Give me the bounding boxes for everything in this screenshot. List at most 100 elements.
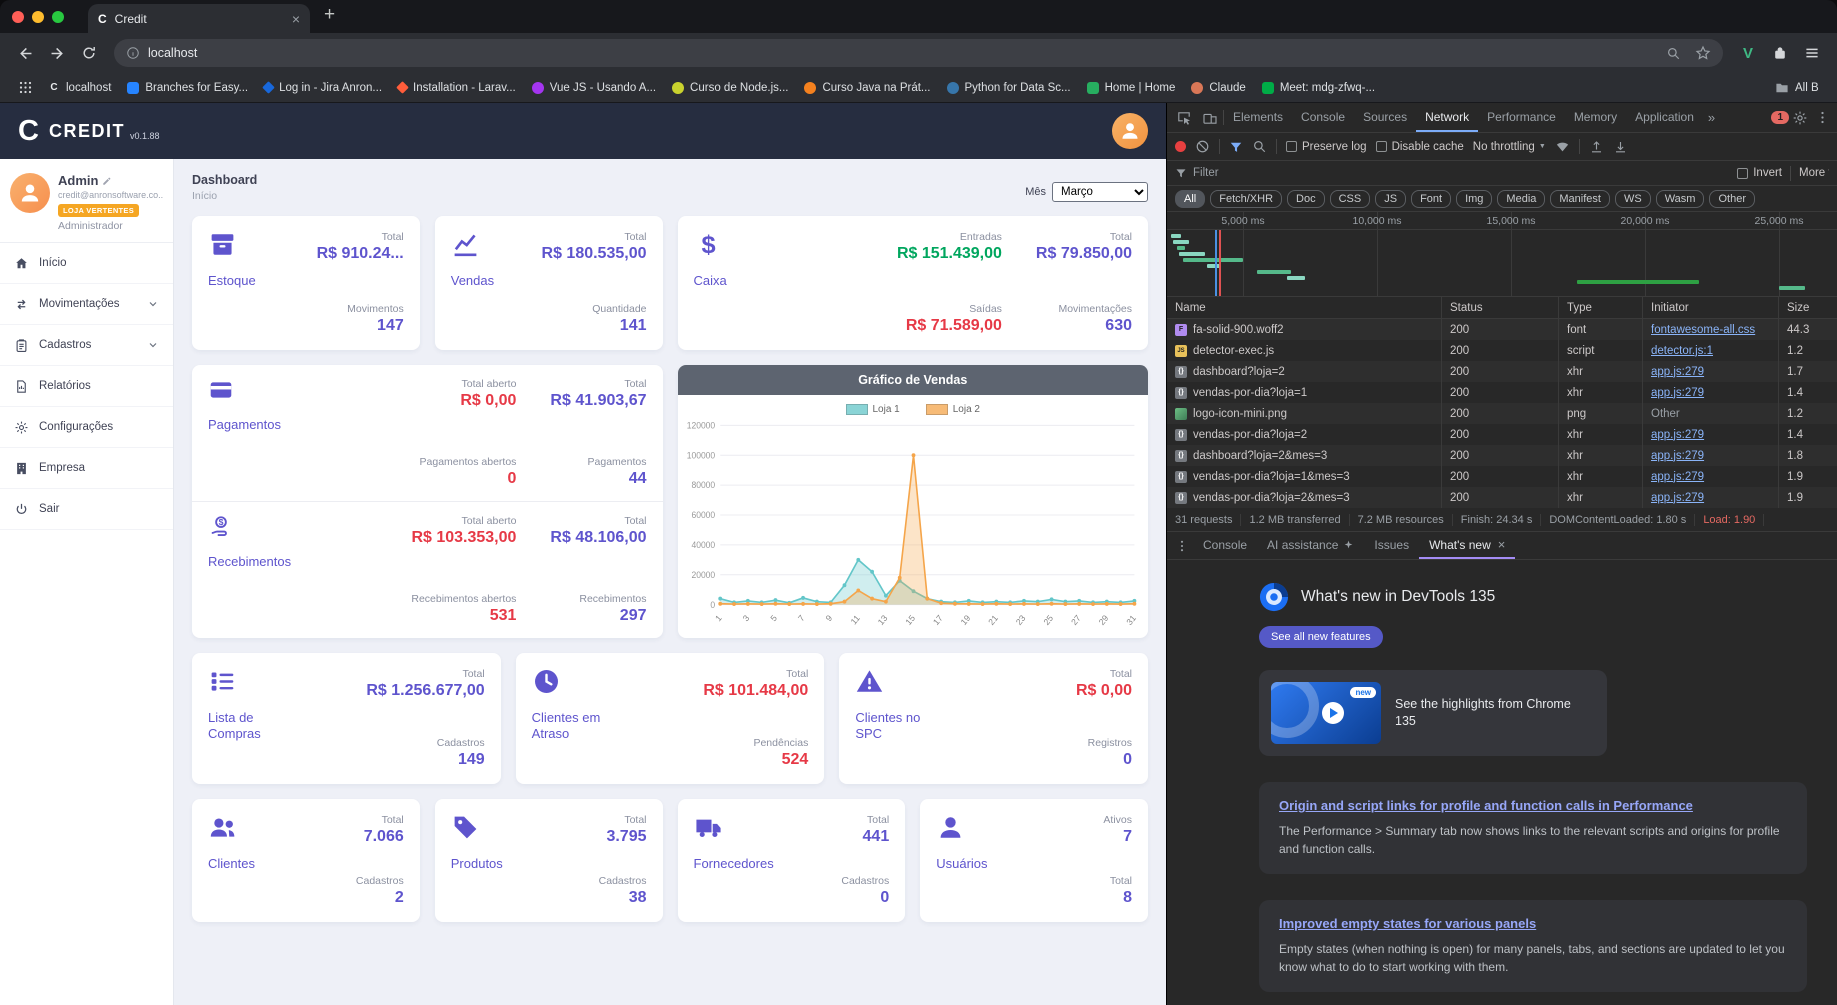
bookmark-item[interactable]: Branches for Easy... bbox=[119, 79, 256, 97]
bookmark-item[interactable]: Vue JS - Usando A... bbox=[524, 79, 664, 97]
inspect-element-icon[interactable] bbox=[1171, 105, 1197, 131]
filter-chip[interactable]: Manifest bbox=[1550, 189, 1610, 208]
see-all-features-button[interactable]: See all new features bbox=[1259, 626, 1383, 648]
filter-chip[interactable]: All bbox=[1175, 189, 1206, 208]
request-row[interactable]: logo-icon-mini.png 200 png Other 1.2 bbox=[1167, 403, 1837, 424]
request-row[interactable]: vendas-por-dia?loja=2&mes=3 200 xhr app.… bbox=[1167, 487, 1837, 508]
bookmark-item[interactable]: Curso de Node.js... bbox=[664, 79, 796, 97]
filter-chip[interactable]: Media bbox=[1497, 189, 1546, 208]
vue-extension-icon[interactable]: V bbox=[1733, 38, 1763, 68]
highlight-card[interactable]: new See the highlights from Chrome 135 bbox=[1259, 670, 1607, 756]
close-tab-icon[interactable]: × bbox=[1498, 537, 1506, 552]
more-filters-button[interactable]: More filters bbox=[1799, 167, 1829, 179]
close-window-button[interactable] bbox=[12, 10, 24, 23]
request-initiator-link[interactable]: app.js:279 bbox=[1651, 450, 1704, 462]
filter-chip[interactable]: Wasm bbox=[1655, 189, 1705, 208]
request-initiator-link[interactable]: app.js:279 bbox=[1651, 429, 1704, 441]
zoom-icon[interactable] bbox=[1666, 46, 1681, 61]
request-initiator-link[interactable]: app.js:279 bbox=[1651, 471, 1704, 483]
devtools-tab[interactable]: Elements bbox=[1224, 103, 1292, 132]
extensions-icon[interactable] bbox=[1765, 38, 1795, 68]
sidebar-item[interactable]: Cadastros bbox=[0, 325, 173, 366]
devtools-settings-gear-icon[interactable] bbox=[1789, 107, 1811, 129]
preserve-log-checkbox[interactable]: Preserve log bbox=[1286, 141, 1367, 153]
tab-credit[interactable]: C Credit × bbox=[88, 4, 310, 33]
devtools-tab[interactable]: Performance bbox=[1478, 103, 1565, 132]
drawer-tab[interactable]: AI assistance bbox=[1257, 532, 1364, 559]
clear-network-log-icon[interactable] bbox=[1195, 139, 1210, 154]
filter-chip[interactable]: Img bbox=[1456, 189, 1493, 208]
back-button[interactable] bbox=[10, 38, 40, 68]
bookmark-item[interactable]: Log in - Jira Anron... bbox=[256, 79, 390, 97]
header-avatar[interactable] bbox=[1112, 113, 1148, 149]
invert-checkbox[interactable]: Invert bbox=[1737, 167, 1782, 179]
filter-chip[interactable]: WS bbox=[1614, 189, 1651, 208]
request-initiator-link[interactable]: app.js:279 bbox=[1651, 492, 1704, 504]
device-toolbar-icon[interactable] bbox=[1197, 105, 1223, 131]
article-title-link[interactable]: Improved empty states for various panels bbox=[1279, 916, 1536, 931]
export-har-icon[interactable] bbox=[1613, 139, 1628, 154]
request-initiator-link[interactable]: Other bbox=[1651, 408, 1680, 420]
edit-profile-icon[interactable] bbox=[102, 176, 112, 186]
filter-chip[interactable]: Fetch/XHR bbox=[1210, 189, 1283, 208]
network-conditions-icon[interactable] bbox=[1555, 139, 1570, 154]
sidebar-item[interactable]: Início bbox=[0, 243, 173, 284]
record-network-log-button[interactable] bbox=[1175, 141, 1186, 152]
request-row[interactable]: dashboard?loja=2&mes=3 200 xhr app.js:27… bbox=[1167, 445, 1837, 466]
column-header-initiator[interactable]: Initiator bbox=[1643, 297, 1779, 318]
forward-button[interactable] bbox=[42, 38, 72, 68]
error-count-badge[interactable]: 1 bbox=[1771, 111, 1789, 124]
video-thumbnail[interactable]: new bbox=[1271, 682, 1381, 744]
filter-chip[interactable]: Doc bbox=[1287, 189, 1325, 208]
all-bookmarks-button[interactable]: All B bbox=[1775, 81, 1827, 95]
column-header-name[interactable]: Name bbox=[1167, 297, 1442, 318]
new-tab-button[interactable]: + bbox=[324, 4, 335, 26]
drawer-tab[interactable]: Issues bbox=[1364, 532, 1419, 559]
request-row[interactable]: fa-solid-900.woff2 200 font fontawesome-… bbox=[1167, 319, 1837, 340]
request-initiator-link[interactable]: app.js:279 bbox=[1651, 366, 1704, 378]
sidebar-item[interactable]: Sair bbox=[0, 489, 173, 530]
request-row[interactable]: detector-exec.js 200 script detector.js:… bbox=[1167, 340, 1837, 361]
import-har-icon[interactable] bbox=[1589, 139, 1604, 154]
filter-chip[interactable]: Font bbox=[1411, 189, 1452, 208]
bookmark-item[interactable]: Home | Home bbox=[1079, 79, 1184, 97]
devtools-tab[interactable]: Network bbox=[1416, 103, 1479, 132]
maximize-window-button[interactable] bbox=[52, 10, 64, 23]
sidebar-item[interactable]: Relatórios bbox=[0, 366, 173, 407]
drawer-tab[interactable]: Console bbox=[1193, 532, 1257, 559]
request-row[interactable]: vendas-por-dia?loja=2 200 xhr app.js:279… bbox=[1167, 424, 1837, 445]
filter-input[interactable] bbox=[1193, 167, 1730, 179]
drawer-tab[interactable]: What's new × bbox=[1419, 532, 1516, 559]
bookmark-item[interactable]: Meet: mdg-zfwq-... bbox=[1254, 79, 1383, 97]
throttling-select[interactable]: No throttling ▼ bbox=[1473, 141, 1546, 153]
column-header-status[interactable]: Status bbox=[1442, 297, 1559, 318]
drawer-kebab-icon[interactable] bbox=[1171, 539, 1193, 553]
tab-close-icon[interactable]: × bbox=[292, 12, 300, 26]
legend-item[interactable]: Loja 2 bbox=[925, 404, 980, 415]
devtools-tab[interactable]: Application bbox=[1626, 103, 1703, 132]
apps-grid-icon[interactable] bbox=[10, 73, 40, 103]
request-initiator-link[interactable]: app.js:279 bbox=[1651, 387, 1704, 399]
filter-chip[interactable]: Other bbox=[1709, 189, 1755, 208]
bookmark-star-icon[interactable] bbox=[1695, 45, 1711, 61]
filter-chip[interactable]: CSS bbox=[1329, 189, 1371, 208]
devtools-tab[interactable]: Memory bbox=[1565, 103, 1626, 132]
filter-toggle-icon[interactable] bbox=[1229, 140, 1243, 154]
bookmark-item[interactable]: Installation - Larav... bbox=[390, 79, 524, 97]
devtools-tab[interactable]: Console bbox=[1292, 103, 1354, 132]
request-initiator-link[interactable]: detector.js:1 bbox=[1651, 345, 1713, 357]
network-overview-timeline[interactable]: 5,000 ms 10,000 ms 15,000 ms 20,000 ms 25,00… bbox=[1167, 212, 1837, 297]
url-bar[interactable]: localhost bbox=[114, 39, 1723, 67]
sidebar-item[interactable]: Configurações bbox=[0, 407, 173, 448]
bookmark-item[interactable]: Python for Data Sc... bbox=[939, 79, 1079, 97]
more-tabs-icon[interactable]: » bbox=[1703, 110, 1720, 125]
site-info-icon[interactable] bbox=[126, 46, 140, 60]
minimize-window-button[interactable] bbox=[32, 10, 44, 23]
sidebar-item[interactable]: Empresa bbox=[0, 448, 173, 489]
play-icon[interactable] bbox=[1321, 702, 1344, 724]
request-row[interactable]: vendas-por-dia?loja=1 200 xhr app.js:279… bbox=[1167, 382, 1837, 403]
bookmark-item[interactable]: Curso Java na Prát... bbox=[796, 79, 938, 97]
request-row[interactable]: vendas-por-dia?loja=1&mes=3 200 xhr app.… bbox=[1167, 466, 1837, 487]
filter-chip[interactable]: JS bbox=[1375, 189, 1407, 208]
devtools-tab[interactable]: Sources bbox=[1354, 103, 1416, 132]
